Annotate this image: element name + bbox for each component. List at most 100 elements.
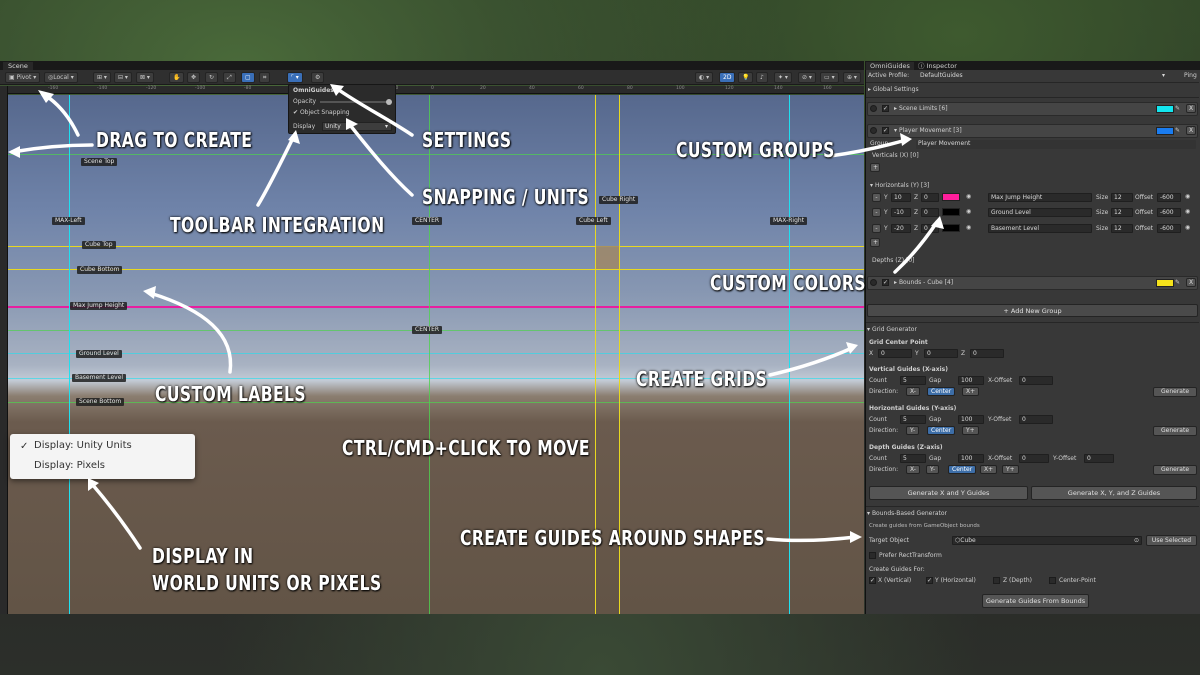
direction-y-plus-button[interactable]: Y+ xyxy=(962,426,979,435)
menu-item-unity-units[interactable]: Display: Unity Units xyxy=(34,440,132,451)
depths-foldout[interactable]: Depths (Z) [0] xyxy=(872,257,915,265)
guide-label-field[interactable]: Max Jump Height xyxy=(988,193,1092,202)
grid-snap-button[interactable]: ⊞ ▾ xyxy=(93,72,111,83)
add-vertical-button[interactable]: + xyxy=(870,163,880,172)
delete-group-button[interactable]: X xyxy=(1186,104,1196,113)
global-settings-foldout[interactable]: ▸ Global Settings xyxy=(868,86,919,94)
direction-x-plus-button[interactable]: X+ xyxy=(962,387,980,396)
guide-z-field[interactable]: 0 xyxy=(921,224,939,233)
cube-object[interactable] xyxy=(596,246,619,269)
gizmos-button[interactable]: ⊕ ▾ xyxy=(843,72,861,83)
rect-tool-button[interactable]: ▢ xyxy=(241,72,255,83)
group-name-field[interactable]: Player Movement xyxy=(916,140,1196,149)
horizontal-gap-field[interactable]: 100 xyxy=(958,415,984,424)
center-z-field[interactable]: 0 xyxy=(970,349,1004,358)
group-enabled-checkbox[interactable]: ✓ xyxy=(882,279,889,286)
lighting-toggle[interactable]: 💡 xyxy=(738,72,754,83)
active-profile-select[interactable]: DefaultGuides ▾ xyxy=(918,72,1168,81)
guide-size-field[interactable]: 12 xyxy=(1111,224,1133,233)
rotate-tool-button[interactable]: ↻ xyxy=(205,72,219,83)
group-color-swatch[interactable] xyxy=(1156,279,1174,287)
add-horizontal-button[interactable]: + xyxy=(870,238,880,247)
cube-bottom-guide[interactable] xyxy=(8,269,864,270)
center-guide-v[interactable] xyxy=(429,95,430,614)
direction-center-button[interactable]: Center xyxy=(948,465,977,474)
scene-bottom-guide[interactable] xyxy=(8,402,864,403)
generate-depth-button[interactable]: Generate xyxy=(1153,465,1197,475)
group-visibility-toggle[interactable] xyxy=(870,279,877,286)
direction-y-plus-button[interactable]: Y+ xyxy=(1002,465,1019,474)
depth-x-offset-field[interactable]: 0 xyxy=(1019,454,1049,463)
scale-tool-button[interactable]: ⤢ xyxy=(223,72,236,83)
cube-top-guide[interactable] xyxy=(8,246,864,247)
increment-snap-button[interactable]: ⊠ ▾ xyxy=(136,72,154,83)
guide-size-field[interactable]: 12 xyxy=(1111,193,1133,202)
guide-y-field[interactable]: -10 xyxy=(891,208,911,217)
horizontal-y-offset-field[interactable]: 0 xyxy=(1019,415,1053,424)
omniguides-settings-button[interactable]: ⚙ xyxy=(311,72,325,83)
guide-color-swatch[interactable] xyxy=(942,193,960,201)
top-ruler[interactable]: -160 -140 -120 -100 -80 -60 -40 -20 0 20… xyxy=(8,86,864,94)
eye-icon[interactable]: ◉ xyxy=(966,208,971,216)
target-object-field[interactable]: ⬡Cube ⊙ xyxy=(952,536,1142,545)
pivot-dropdown[interactable]: ▣ Pivot ▾ xyxy=(5,72,41,83)
object-picker-icon[interactable]: ⊙ xyxy=(1134,537,1139,544)
eye-icon[interactable]: ◉ xyxy=(1185,193,1190,201)
opacity-slider-handle[interactable] xyxy=(386,99,392,105)
group-color-swatch[interactable] xyxy=(1156,127,1174,135)
generate-from-bounds-button[interactable]: Generate Guides From Bounds xyxy=(982,594,1089,608)
remove-guide-button[interactable]: - xyxy=(872,208,881,217)
bounds-generator-foldout[interactable]: ▾ Bounds-Based Generator xyxy=(867,510,947,518)
eyedropper-icon[interactable]: ✎ xyxy=(1175,105,1180,113)
generate-xy-button[interactable]: Generate X and Y Guides xyxy=(869,486,1028,500)
effects-toggle[interactable]: ✦ ▾ xyxy=(774,72,792,83)
center-x-field[interactable]: 0 xyxy=(878,349,912,358)
grid-visibility-button[interactable]: ⊟ ▾ xyxy=(114,72,132,83)
max-jump-guide[interactable] xyxy=(8,306,864,308)
delete-group-button[interactable]: X xyxy=(1186,278,1196,287)
prefer-recttransform-checkbox[interactable] xyxy=(869,552,876,559)
grid-generator-foldout[interactable]: ▾ Grid Generator xyxy=(867,326,917,334)
generate-vertical-button[interactable]: Generate xyxy=(1153,387,1197,397)
center-y-field[interactable]: 0 xyxy=(924,349,958,358)
depth-y-offset-field[interactable]: 0 xyxy=(1084,454,1114,463)
add-new-group-button[interactable]: + Add New Group xyxy=(867,304,1198,317)
move-tool-button[interactable]: ✥ xyxy=(187,72,201,83)
guide-z-field[interactable]: 0 xyxy=(921,208,939,217)
horizontal-count-field[interactable]: 5 xyxy=(900,415,926,424)
ground-level-guide[interactable] xyxy=(8,353,864,354)
guide-color-swatch[interactable] xyxy=(942,208,960,216)
group-enabled-checkbox[interactable]: ✓ xyxy=(882,127,889,134)
hand-tool-button[interactable]: ✋ xyxy=(169,72,185,83)
vertical-count-field[interactable]: 5 xyxy=(900,376,926,385)
draw-mode-button[interactable]: ◐ ▾ xyxy=(695,72,714,83)
transform-tool-button[interactable]: ⌗ xyxy=(259,72,271,83)
direction-x-plus-button[interactable]: X+ xyxy=(980,465,998,474)
group-visibility-toggle[interactable] xyxy=(870,127,877,134)
eyedropper-icon[interactable]: ✎ xyxy=(1175,279,1180,287)
generate-horizontal-button[interactable]: Generate xyxy=(1153,426,1197,436)
guide-offset-field[interactable]: -600 xyxy=(1157,208,1181,217)
guide-offset-field[interactable]: -600 xyxy=(1157,193,1181,202)
tab-omniguides[interactable]: OmniGuides xyxy=(866,62,914,70)
direction-x-minus-button[interactable]: X- xyxy=(906,465,920,474)
direction-y-minus-button[interactable]: Y- xyxy=(926,465,940,474)
verticals-foldout[interactable]: Verticals (X) [0] xyxy=(872,152,919,160)
eye-icon[interactable]: ◉ xyxy=(1185,224,1190,232)
opacity-slider[interactable] xyxy=(320,101,390,103)
guide-label-field[interactable]: Ground Level xyxy=(988,208,1092,217)
depth-count-field[interactable]: 5 xyxy=(900,454,926,463)
local-dropdown[interactable]: ◎Local ▾ xyxy=(44,72,78,83)
generate-xyz-button[interactable]: Generate X, Y, and Z Guides xyxy=(1031,486,1197,500)
guide-y-field[interactable]: -20 xyxy=(891,224,911,233)
tab-scene[interactable]: Scene xyxy=(3,62,33,70)
remove-guide-button[interactable]: - xyxy=(872,224,881,233)
menu-item-pixels[interactable]: Display: Pixels xyxy=(34,460,105,471)
eye-icon[interactable]: ◉ xyxy=(966,224,971,232)
left-ruler[interactable] xyxy=(0,86,8,614)
x-vertical-checkbox[interactable]: ✓ xyxy=(869,577,876,584)
audio-toggle[interactable]: ♪ xyxy=(756,72,768,83)
group-visibility-toggle[interactable] xyxy=(870,105,877,112)
eye-icon[interactable]: ◉ xyxy=(966,193,971,201)
max-left-guide[interactable] xyxy=(69,95,70,614)
